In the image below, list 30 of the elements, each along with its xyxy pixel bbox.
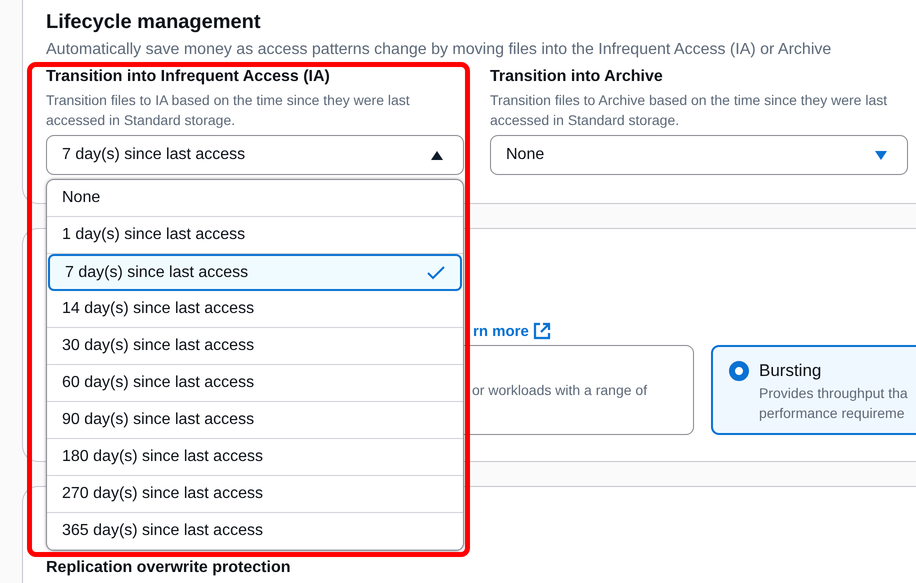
section-title: Replication overwrite protection [46, 558, 292, 578]
select-field[interactable]: 7 day(s) since last access [46, 135, 464, 175]
dropdown-option[interactable]: 14 day(s) since last access [47, 291, 463, 328]
dropdown-option[interactable]: 180 day(s) since last access [47, 439, 463, 476]
radio-button[interactable] [729, 361, 749, 381]
dropdown-option[interactable]: 270 day(s) since last access [47, 476, 463, 513]
option-tile[interactable]: Bursting Provides throughput tha performance requireme [711, 345, 916, 435]
caret-up-icon [431, 150, 443, 160]
dropdown-option[interactable]: 60 day(s) since last access [47, 365, 463, 402]
field-label: Transition into Archive [490, 67, 664, 87]
dropdown-option[interactable]: 7 day(s) since last access [48, 254, 462, 291]
field-description: Transition files to IA based on the time since they were last accessed in Standard storage. [46, 91, 411, 130]
option-tile[interactable]: or workloads with a range of [462, 345, 694, 435]
check-icon [427, 266, 445, 280]
caret-down-icon [875, 150, 887, 160]
external-link-icon [532, 322, 551, 340]
tile-title: Bursting [759, 360, 822, 382]
dropdown-option[interactable]: 90 day(s) since last access [47, 402, 463, 439]
section-title: Lifecycle management [46, 10, 262, 35]
dropdown-option[interactable]: None [47, 180, 463, 217]
field-label: Transition into Infrequent Access (IA) [46, 67, 331, 87]
tile-description: Provides throughput tha [759, 384, 909, 403]
section-description: Automatically save money as access patterns change by moving files into the Infrequent Access (IA) or Archive [46, 40, 832, 60]
tile-description: performance requireme [759, 404, 906, 423]
tile-description: or workloads with a range of [472, 381, 648, 400]
dropdown-option[interactable]: 30 day(s) since last access [47, 328, 463, 365]
field-description: Transition files to Archive based on the time since they were last accessed in Standard storage. [490, 91, 888, 130]
select-field[interactable]: None [490, 135, 908, 175]
dropdown-option[interactable]: 365 day(s) since last access [47, 513, 463, 550]
learn-more-link[interactable]: rn more [473, 322, 529, 340]
